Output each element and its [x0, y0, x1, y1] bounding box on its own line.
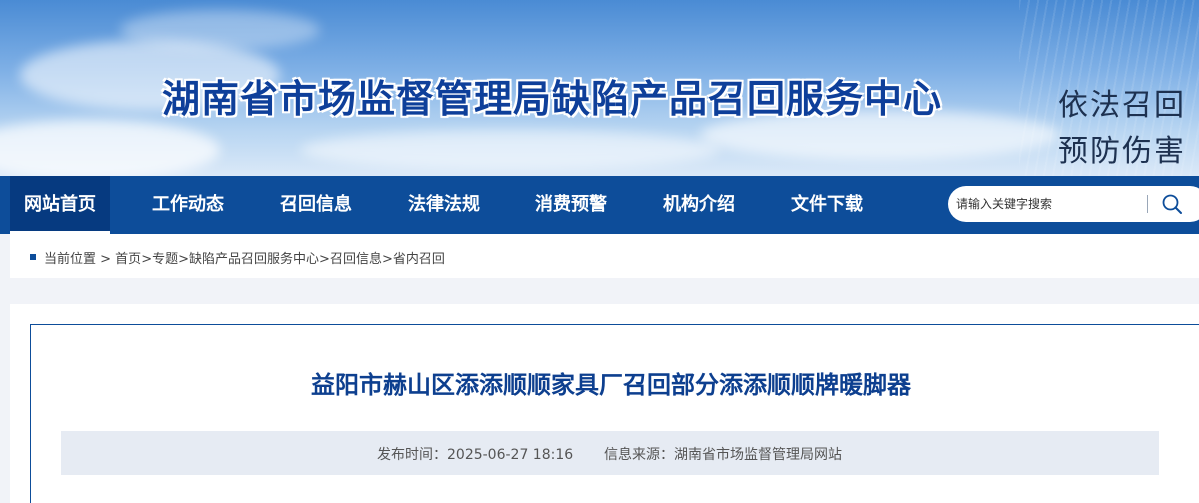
search-divider	[1147, 195, 1148, 213]
nav-item-about[interactable]: 机构介绍	[649, 176, 749, 234]
slogan-line-1: 依法召回	[1058, 88, 1186, 123]
publish-time-value: 2025-06-27 18:16	[447, 447, 574, 463]
banner-cloud	[0, 120, 220, 176]
slogan-line-2: 预防伤害	[1058, 134, 1186, 169]
breadcrumb-prefix: 当前位置 >	[44, 252, 112, 267]
publish-time: 发布时间：2025-06-27 18:16	[377, 444, 573, 464]
search-icon[interactable]	[1161, 193, 1183, 215]
breadcrumb-separator: >	[141, 252, 153, 267]
header-banner: 湖南省市场监督管理局缺陷产品召回服务中心 依法召回 预防伤害	[0, 0, 1199, 176]
banner-cloud	[120, 10, 320, 50]
nav-item-recall-info[interactable]: 召回信息	[266, 176, 366, 234]
article-source: 信息来源：湖南省市场监督管理局网站	[604, 444, 842, 464]
nav-item-work-news[interactable]: 工作动态	[138, 176, 238, 234]
banner-cloud	[300, 130, 720, 170]
breadcrumb-recall-center[interactable]: 缺陷产品召回服务中心	[189, 252, 319, 267]
breadcrumb: 当前位置 > 首页>专题>缺陷产品召回服务中心>召回信息>省内召回	[10, 234, 1199, 278]
breadcrumb-home[interactable]: 首页	[115, 252, 141, 267]
main-nav: 网站首页 工作动态 召回信息 法律法规 消费预警 机构介绍 文件下载	[0, 176, 1199, 234]
source-label: 信息来源：	[604, 447, 674, 463]
breadcrumb-bullet-icon	[30, 254, 36, 260]
breadcrumb-recall-info[interactable]: 召回信息	[330, 252, 382, 267]
nav-item-laws[interactable]: 法律法规	[394, 176, 494, 234]
publish-time-label: 发布时间：	[377, 447, 447, 463]
breadcrumb-provincial-recall[interactable]: 省内召回	[393, 252, 445, 267]
breadcrumb-topic[interactable]: 专题	[152, 252, 178, 267]
article-container: 益阳市赫山区添添顺顺家具厂召回部分添添顺顺牌暖脚器 发布时间：2025-06-2…	[10, 304, 1199, 503]
breadcrumb-separator: >	[178, 252, 190, 267]
article-meta: 发布时间：2025-06-27 18:16 信息来源：湖南省市场监督管理局网站	[61, 431, 1159, 475]
search-box	[948, 186, 1199, 222]
nav-item-downloads[interactable]: 文件下载	[777, 176, 877, 234]
breadcrumb-separator: >	[381, 252, 393, 267]
article-box: 益阳市赫山区添添顺顺家具厂召回部分添添顺顺牌暖脚器 发布时间：2025-06-2…	[30, 324, 1199, 503]
site-title: 湖南省市场监督管理局缺陷产品召回服务中心	[162, 79, 943, 121]
source-value: 湖南省市场监督管理局网站	[674, 447, 842, 463]
nav-item-consumer-alerts[interactable]: 消费预警	[521, 176, 621, 234]
breadcrumb-separator: >	[319, 252, 330, 267]
nav-item-home[interactable]: 网站首页	[10, 176, 110, 234]
search-input[interactable]	[956, 194, 1142, 214]
article-title: 益阳市赫山区添添顺顺家具厂召回部分添添顺顺牌暖脚器	[311, 371, 911, 399]
breadcrumb-trail: 当前位置 > 首页>专题>缺陷产品召回服务中心>召回信息>省内召回	[44, 248, 445, 267]
